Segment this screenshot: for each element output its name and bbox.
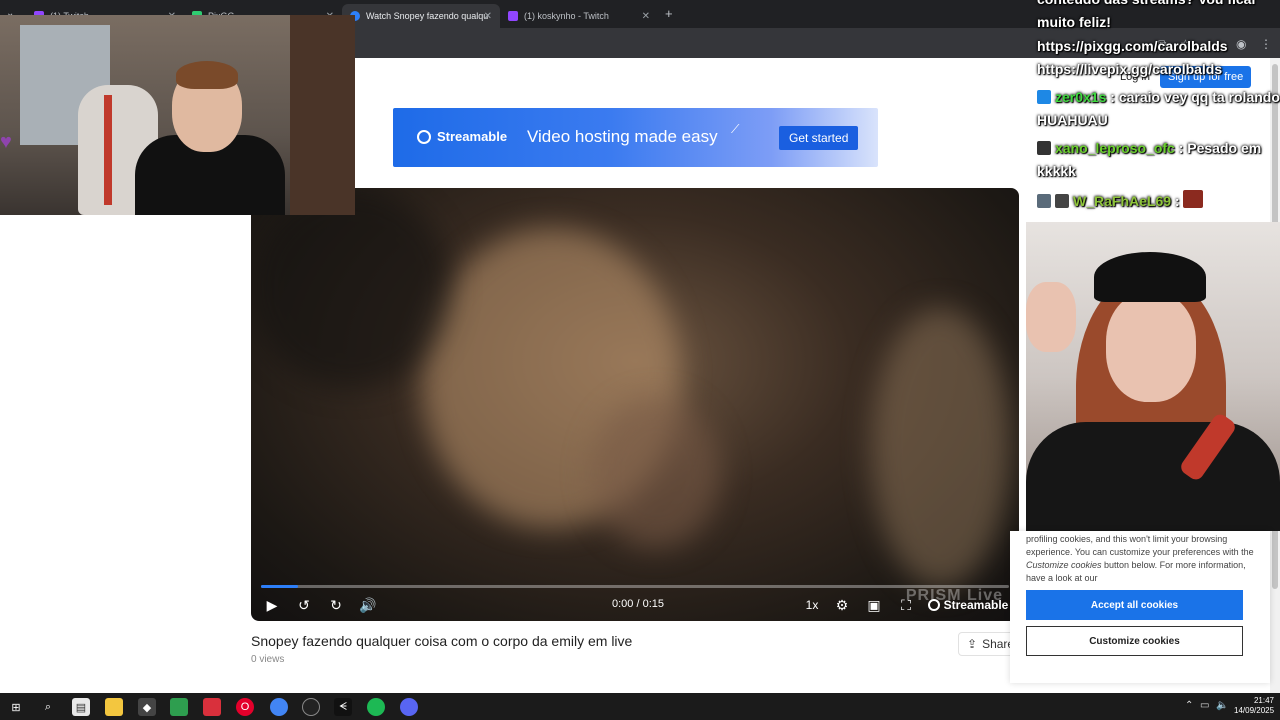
- streamable-player-logo[interactable]: Streamable: [927, 593, 1009, 617]
- opera-icon[interactable]: O: [236, 698, 254, 716]
- spotify-icon[interactable]: [367, 698, 385, 716]
- chat-text: https://pixgg.com/carolbalds: [1037, 38, 1228, 54]
- chat-message: https://livepix.gg/carolbalds: [1037, 58, 1280, 81]
- volume-icon[interactable]: 🔊: [357, 593, 379, 617]
- webcam-person-cap: [1094, 252, 1206, 302]
- streamable-logo-icon: [927, 599, 940, 611]
- video-frame-figure: [871, 308, 1011, 588]
- share-icon: ⇪: [967, 637, 978, 651]
- chat-username: zer0x1s: [1055, 89, 1107, 105]
- video-controls: ▶ ↺ ↻ 🔊 0:00 / 0:15 1x ⚙ ▣ ⛶ Streamable: [251, 593, 1019, 617]
- system-clock[interactable]: 21:47 14/09/2025: [1234, 696, 1274, 716]
- chat-username: W_RaFhAeL69: [1073, 193, 1172, 209]
- tab-label: Watch Snopey fazendo qualqu: [366, 11, 489, 21]
- video-frame-shadow: [251, 188, 451, 388]
- twitch-icon: [508, 11, 518, 21]
- chat-text: conteúdo das streams? Vou ficar muito fe…: [1037, 0, 1257, 30]
- chat-text: :: [1174, 193, 1180, 209]
- banner-tagline: Video hosting made easy: [527, 127, 718, 146]
- cookie-consent-panel: profiling cookies, and this won't limit …: [1010, 531, 1270, 683]
- chat-message: zer0x1s : caraio vey qq ta rolando HUAHU…: [1037, 86, 1280, 132]
- webcam-overlay-cohost: [1026, 222, 1280, 531]
- playback-speed-button[interactable]: 1x: [801, 593, 823, 617]
- cookie-text: profiling cookies, and this won't limit …: [1026, 533, 1260, 585]
- cookie-text-part: profiling cookies, and this won't limit …: [1026, 534, 1254, 557]
- webcam-person-hair: [176, 61, 238, 89]
- windows-start-icon[interactable]: ⊞: [7, 698, 25, 716]
- search-icon[interactable]: ⌕: [39, 698, 57, 716]
- webcam-hand: [1026, 282, 1076, 352]
- chat-username: xano_leproso_ofc: [1055, 140, 1175, 156]
- tab-label: (1) koskynho - Twitch: [524, 11, 609, 21]
- tray-chevron-icon[interactable]: ⌃: [1185, 700, 1193, 711]
- capture-app-icon[interactable]: [203, 698, 221, 716]
- chat-text: https://livepix.gg/carolbalds: [1037, 61, 1223, 77]
- network-icon[interactable]: ▭: [1200, 700, 1209, 711]
- video-progress-bar[interactable]: [261, 585, 1009, 588]
- capcut-icon[interactable]: ᗕ: [334, 698, 352, 716]
- customize-cookies-button[interactable]: Customize cookies: [1026, 626, 1243, 656]
- banner-brand: Streamable: [437, 129, 508, 144]
- play-icon[interactable]: ▶: [261, 593, 283, 617]
- windows-taskbar: ⊞ ⌕ ▤ ◆ O ᗕ ⌃ ▭ 🔈 21:47 14/09/2025: [0, 693, 1280, 720]
- get-started-button[interactable]: Get started: [779, 126, 859, 150]
- webcam-chair-stripe: [104, 95, 112, 205]
- app-icon[interactable]: ◆: [138, 698, 156, 716]
- forward-icon[interactable]: ↻: [325, 593, 347, 617]
- chat-message: https://pixgg.com/carolbalds: [1037, 35, 1280, 58]
- video-player[interactable]: PRISM Live ▶ ↺ ↻ 🔊 0:00 / 0:15 1x ⚙ ▣ ⛶ …: [251, 188, 1019, 621]
- video-title: Snopey fazendo qualquer coisa com o corp…: [251, 633, 633, 649]
- prime-badge-icon: [1037, 90, 1051, 104]
- tab-koskynho[interactable]: (1) koskynho - Twitch ✕: [500, 4, 658, 28]
- streamable-logo-icon: [417, 129, 431, 144]
- screen: ⌄ (1) Twitch ✕ PixGG ✕ Watch Snopey faze…: [0, 0, 1280, 720]
- video-progress-fill: [261, 585, 299, 588]
- banner-logo: Streamable: [417, 129, 507, 144]
- clock-date: 14/09/2025: [1234, 706, 1275, 715]
- webcam-shelf: [290, 15, 355, 215]
- close-icon[interactable]: ✕: [484, 11, 492, 22]
- file-explorer-icon[interactable]: [105, 698, 123, 716]
- webcam-person-shirt: [1026, 422, 1280, 531]
- new-tab-button[interactable]: +: [665, 6, 673, 21]
- tab-streamable[interactable]: Watch Snopey fazendo qualqu ✕: [342, 4, 500, 28]
- webcam-overlay-streamer: ♥: [0, 15, 355, 215]
- heart-icon: ♥: [0, 131, 12, 153]
- obs-icon[interactable]: [302, 698, 320, 716]
- badge-icon: [1037, 141, 1051, 155]
- webcam-person-face: [1106, 292, 1196, 402]
- vip-badge-icon: [1055, 194, 1069, 208]
- cookie-text-emphasis: Customize cookies: [1026, 560, 1102, 570]
- stream-chat-overlay: conteúdo das streams? Vou ficar muito fe…: [1033, 0, 1280, 220]
- emote-icon: [1183, 190, 1204, 208]
- volume-tray-icon[interactable]: 🔈: [1216, 700, 1228, 711]
- video-frame-figure: [591, 398, 721, 548]
- discord-icon[interactable]: [400, 698, 418, 716]
- video-time: 0:00 / 0:15: [612, 598, 664, 610]
- moderator-badge-icon: [1037, 194, 1051, 208]
- view-count: 0 views: [251, 654, 285, 665]
- close-icon[interactable]: ✕: [642, 11, 650, 22]
- rewind-icon[interactable]: ↺: [293, 593, 315, 617]
- player-brand: Streamable: [943, 598, 1009, 612]
- chat-message: conteúdo das streams? Vou ficar muito fe…: [1037, 0, 1280, 34]
- spreadsheet-icon[interactable]: [170, 698, 188, 716]
- fullscreen-icon[interactable]: ⛶: [895, 593, 917, 617]
- notepad-icon[interactable]: ▤: [72, 698, 90, 716]
- chat-message: W_RaFhAeL69 :: [1037, 190, 1280, 213]
- accept-cookies-button[interactable]: Accept all cookies: [1026, 590, 1243, 620]
- chrome-icon[interactable]: [270, 698, 288, 716]
- settings-gear-icon[interactable]: ⚙: [831, 593, 853, 617]
- clock-time: 21:47: [1253, 696, 1274, 705]
- ad-banner[interactable]: Streamable Video hosting made easy ⟋ Get…: [393, 108, 878, 167]
- chat-message: xano_leproso_ofc : Pesado em kkkkk: [1037, 137, 1280, 183]
- sparkle-icon: ⟋: [731, 122, 740, 136]
- picture-in-picture-icon[interactable]: ▣: [863, 593, 885, 617]
